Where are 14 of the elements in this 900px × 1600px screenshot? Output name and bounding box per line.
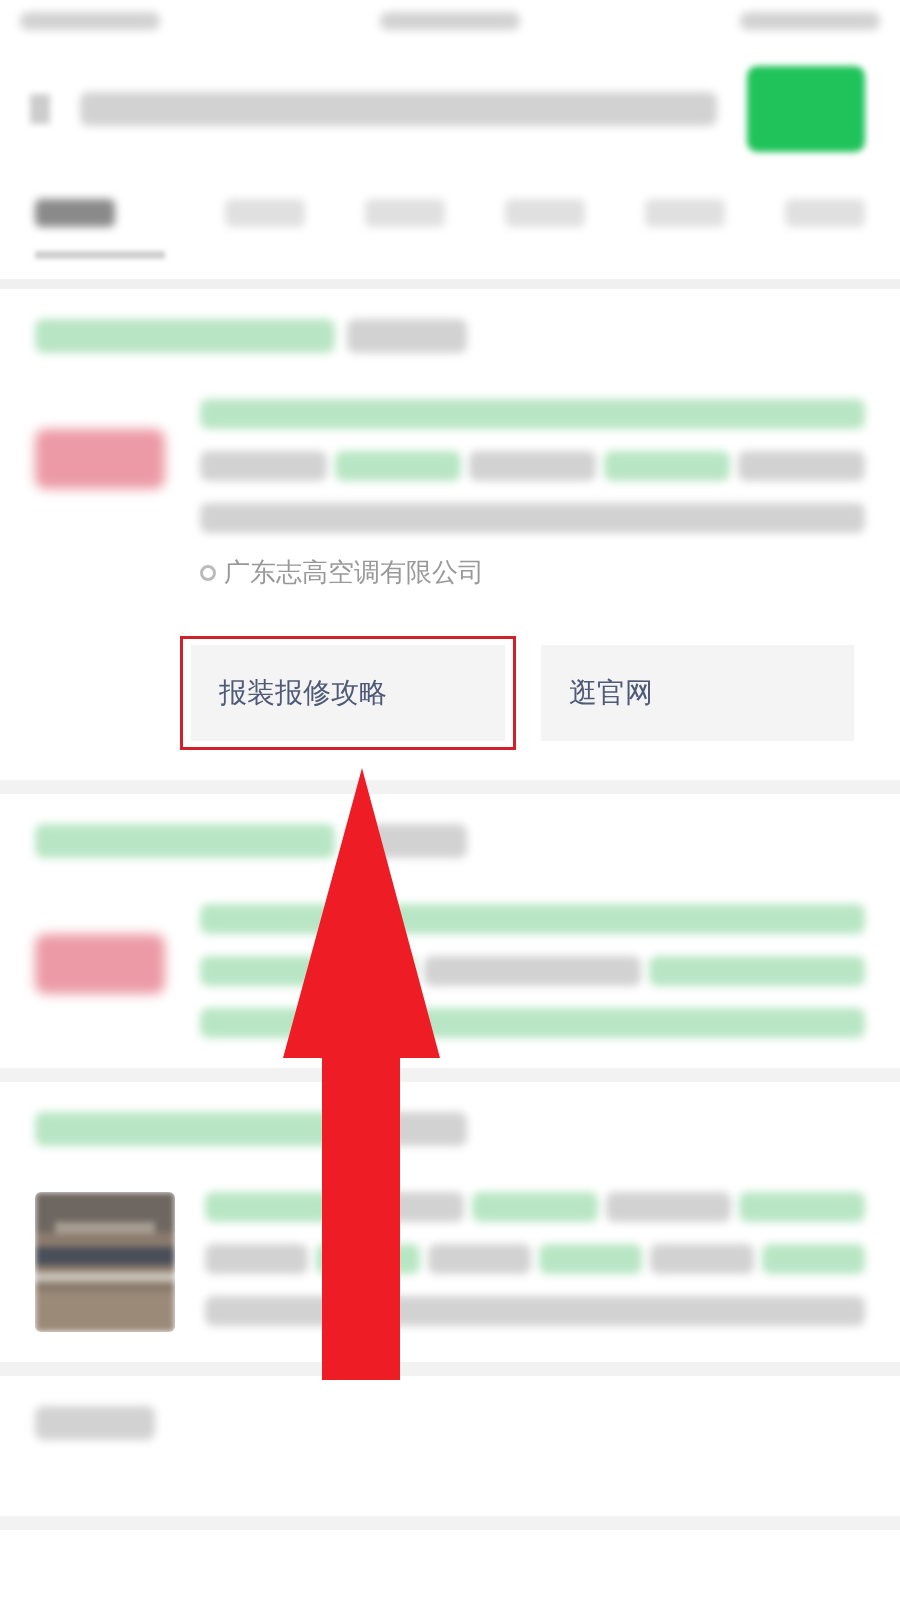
tab[interactable] [785,199,865,227]
tab[interactable] [225,199,305,227]
logo-icon [35,429,165,489]
action-button[interactable]: 逛官网 [540,645,854,741]
location-icon [200,564,216,581]
search-button[interactable] [747,66,865,152]
tab[interactable] [645,199,725,227]
tab[interactable] [365,199,445,227]
logo-icon [35,934,165,994]
action-button[interactable]: 报装报修攻略 [191,645,505,741]
company-name: 广东志高空调有限公司 [224,556,484,589]
tab[interactable] [505,199,585,227]
tab[interactable] [35,199,115,227]
back-icon[interactable] [30,94,50,124]
